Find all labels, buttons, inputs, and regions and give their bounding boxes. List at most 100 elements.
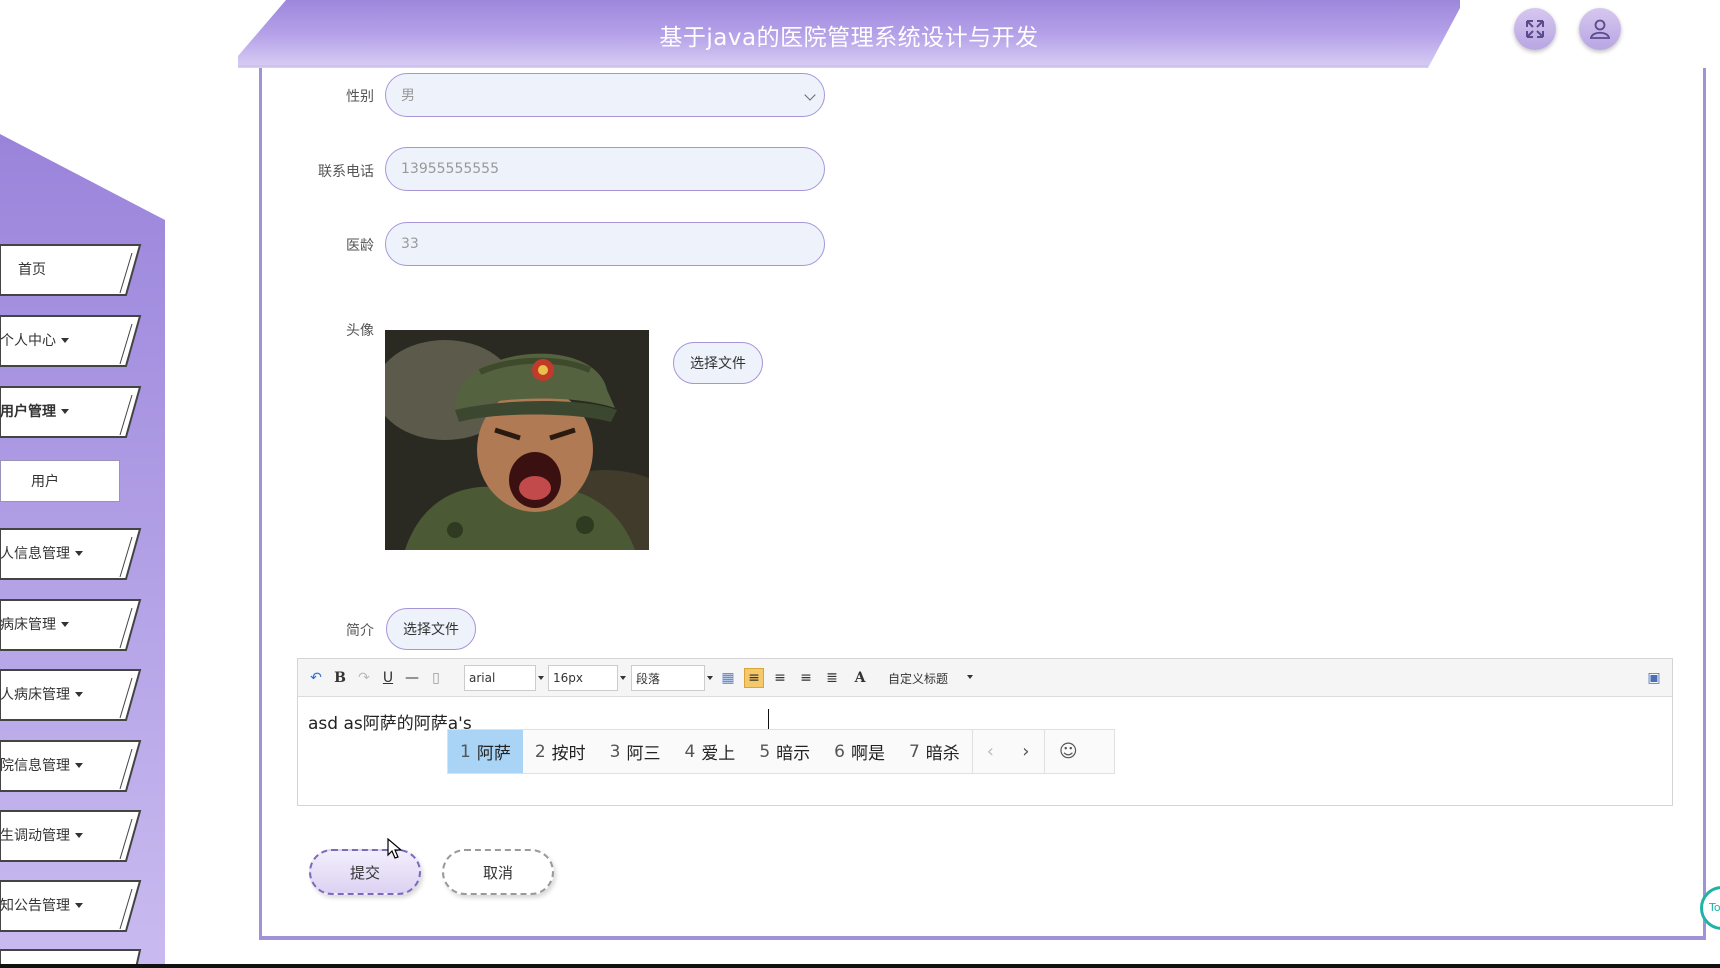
paragraph-select[interactable]: 段落 [631,665,713,691]
intro-label: 简介 [346,623,374,639]
emoji-icon[interactable]: ☺ [1043,730,1092,773]
ime-candidate-number: 2 [534,741,546,762]
chevron-down-icon [61,621,69,627]
ime-candidate[interactable]: 7 暗杀 [897,730,972,773]
page-icon[interactable]: ▯ [426,668,446,688]
chevron-down-icon [804,89,816,101]
avatar-upload-button[interactable]: 选择文件 [673,342,763,384]
phone-field[interactable]: 13955555555 [385,147,825,191]
phone-value: 13955555555 [401,161,499,177]
years-field[interactable]: 33 [385,222,825,266]
paragraph-value: 段落 [636,671,661,686]
avatar-image [385,330,649,550]
cancel-button[interactable]: 取消 [442,849,554,895]
app-root: 基于java的医院管理系统设计与开发 首页 个人中心 用户管理 用户 人信息管理… [0,0,1720,968]
sidebar-item-personal-center[interactable]: 个人中心 [0,314,142,367]
chevron-down-icon [61,337,69,343]
fullscreen-button[interactable] [1514,8,1556,50]
heading-value: 自定义标题 [888,671,949,686]
ime-candidate-number: 1 [460,741,471,762]
corner-widget-label: To [1709,901,1720,914]
horizontal-rule-icon[interactable]: — [402,668,422,688]
align-right-icon[interactable]: ≡ [770,668,790,688]
ime-candidate-number: 6 [834,741,845,762]
ime-candidate-text: 爱上 [701,744,736,764]
avatar-label: 头像 [346,323,374,339]
table-icon[interactable]: ▦ [718,668,738,688]
ime-candidate[interactable]: 4 爱上 [672,730,747,773]
sidebar-item-label: 生调动管理 [0,828,70,844]
intro-upload-button[interactable]: 选择文件 [386,608,476,650]
sidebar-subitem-user[interactable]: 用户 [0,460,120,502]
chevron-down-icon [75,832,83,838]
font-color-icon[interactable]: A [850,668,870,688]
phone-label: 联系电话 [318,164,374,180]
years-value: 33 [401,236,419,252]
ime-candidate[interactable]: 5 暗示 [747,730,822,773]
chevron-down-icon [707,676,713,680]
avatar-upload-label: 选择文件 [690,356,746,372]
fullscreen-icon [1526,20,1544,38]
intro-upload-label: 选择文件 [403,622,459,638]
align-justify-icon[interactable]: ≣ [822,668,842,688]
underline-icon[interactable]: U [378,668,398,688]
cancel-label: 取消 [482,863,513,882]
align-left-icon[interactable]: ≡ [744,668,764,688]
sidebar-item-patient-info[interactable]: 人信息管理 [0,527,142,580]
sidebar-item-label: 病床管理 [0,617,56,633]
user-menu-button[interactable] [1579,8,1621,50]
ime-candidate-text: 阿萨 [476,744,511,764]
bottom-bar [0,964,1720,968]
sidebar-item-notice-management[interactable]: 知公告管理 [0,879,142,932]
editor-toolbar: ↶ B ↷ U — ▯ arial 16px 段落 ▦ ≡ ≡ ≡ ≣ A 自定… [298,659,1672,697]
heading-select[interactable]: 自定义标题 [884,665,973,691]
ime-next-icon[interactable]: › [1008,730,1044,773]
sidebar-item-label: 院信息管理 [0,758,70,774]
font-size-select[interactable]: 16px [548,665,626,691]
chevron-down-icon [75,902,83,908]
ime-candidate[interactable]: 3 阿三 [598,730,673,773]
align-center-icon[interactable]: ≡ [796,668,816,688]
ime-candidate[interactable]: 1 阿萨 [448,730,523,773]
bold-icon[interactable]: B [330,668,350,688]
font-size-value: 16px [553,671,583,685]
ime-candidate-text: 暗杀 [925,744,960,764]
ime-candidate-text: 啊是 [850,744,885,764]
text-caret [768,709,769,731]
sidebar-item-hospital-info[interactable]: 院信息管理 [0,739,142,792]
ime-candidate-number: 3 [609,741,621,762]
redo-icon[interactable]: ↷ [354,668,374,688]
ime-candidate[interactable]: 6 啊是 [822,730,897,773]
sidebar-item-bed-management[interactable]: 病床管理 [0,598,142,651]
fullscreen-editor-icon[interactable]: ▣ [1644,668,1664,688]
ime-candidate[interactable]: 2 按时 [523,730,598,773]
chevron-down-icon [75,550,83,556]
sidebar-item-home[interactable]: 首页 [0,243,142,296]
sidebar-item-label: 首页 [18,262,46,278]
undo-icon[interactable]: ↶ [306,668,326,688]
avatar [385,330,649,550]
sidebar-item-doctor-transfer[interactable]: 生调动管理 [0,809,142,862]
sidebar-item-label: 个人中心 [0,333,56,349]
submit-button[interactable]: 提交 [309,849,421,895]
ime-candidate-text: 按时 [551,744,586,764]
ime-candidate-number: 4 [684,741,696,762]
gender-value: 男 [401,88,415,104]
sidebar-item-user-management[interactable]: 用户管理 [0,385,142,438]
chevron-down-icon [620,676,626,680]
ime-prev-icon[interactable]: ‹ [971,730,1008,773]
sidebar-item-label: 人信息管理 [0,546,70,562]
ime-candidate-number: 5 [759,741,771,762]
sidebar-item-label: 用户管理 [0,404,56,420]
font-family-value: arial [469,671,496,685]
sidebar-item-patient-bed[interactable]: 人病床管理 [0,668,142,721]
chevron-down-icon [75,691,83,697]
sidebar-item-label: 用户 [31,474,59,490]
sidebar-item-label: 人病床管理 [0,687,70,703]
font-family-select[interactable]: arial [464,665,544,691]
sidebar-item-label: 知公告管理 [0,898,70,914]
gender-select[interactable]: 男 [385,73,825,117]
gender-label: 性别 [346,89,374,105]
mouse-cursor-icon [387,838,403,859]
years-label: 医龄 [346,238,374,254]
